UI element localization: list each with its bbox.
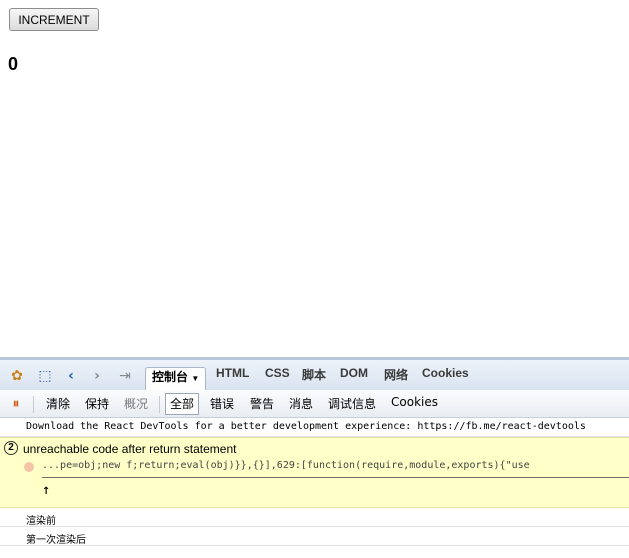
toolbar-divider (159, 396, 160, 413)
pointer-arrow-icon: ↑ (42, 486, 51, 497)
filter-errors-button[interactable]: 错误 (210, 395, 234, 413)
log-entry: 第一次渲染后 (0, 527, 629, 546)
increment-button[interactable]: INCREMENT (9, 8, 99, 31)
tab-html[interactable]: HTML (216, 366, 249, 390)
forward-icon[interactable]: › (90, 367, 104, 385)
log-message: 第一次渲染后 (26, 535, 86, 546)
log-entry: 渲染前 (0, 508, 629, 527)
inspect-icon[interactable]: ⬚ (36, 367, 54, 385)
warning-source-code[interactable]: ...pe=obj;new f;return;eval(obj)}},{}],6… (42, 460, 530, 471)
page-content: INCREMENT 0 (0, 0, 629, 357)
log-message: Download the React DevTools for a better… (26, 421, 586, 432)
devtools-tab-bar: ✿ ⬚ ‹ › ⇥ 控制台 ▼ HTML CSS 脚本 DOM 网络 Cooki… (0, 357, 629, 394)
log-message: 渲染前 (26, 516, 56, 527)
tab-network[interactable]: 网络 (384, 366, 408, 390)
chevron-down-icon: ▼ (191, 374, 200, 383)
back-icon[interactable]: ‹ (64, 367, 78, 385)
filter-info-button[interactable]: 消息 (289, 395, 313, 413)
source-underline (42, 477, 629, 478)
persist-button[interactable]: 保持 (85, 395, 109, 413)
toolbar-divider (33, 396, 34, 413)
tab-cookies[interactable]: Cookies (422, 366, 469, 390)
console-toolbar: ⏸ 清除 保持 概况 全部 错误 警告 消息 调试信息 Cookies (0, 390, 629, 418)
clear-button[interactable]: 清除 (46, 395, 70, 413)
profile-button[interactable]: 概况 (124, 395, 148, 413)
firebug-icon[interactable]: ✿ (8, 367, 26, 385)
log-entry-devtools: Download the React DevTools for a better… (0, 418, 629, 437)
filter-warnings-button[interactable]: 警告 (250, 395, 274, 413)
warning-title[interactable]: unreachable code after return statement (23, 442, 236, 456)
filter-cookies-button[interactable]: Cookies (391, 395, 438, 413)
counter-value: 0 (8, 54, 19, 74)
log-entry-warning[interactable]: 2 unreachable code after return statemen… (0, 437, 629, 508)
filter-all-button[interactable]: 全部 (165, 393, 200, 415)
tab-dom[interactable]: DOM (340, 366, 368, 390)
break-on-errors-icon[interactable]: ⏸ (8, 395, 24, 413)
tab-script[interactable]: 脚本 (302, 366, 326, 390)
breakpoint-icon[interactable] (24, 462, 34, 472)
devtools-panel: ✿ ⬚ ‹ › ⇥ 控制台 ▼ HTML CSS 脚本 DOM 网络 Cooki… (0, 357, 629, 558)
warning-count-badge: 2 (4, 441, 18, 455)
tab-css[interactable]: CSS (265, 366, 290, 390)
command-line-icon[interactable]: ⇥ (116, 367, 134, 385)
filter-debug-button[interactable]: 调试信息 (328, 395, 376, 413)
tab-console-label: 控制台 (152, 370, 189, 384)
